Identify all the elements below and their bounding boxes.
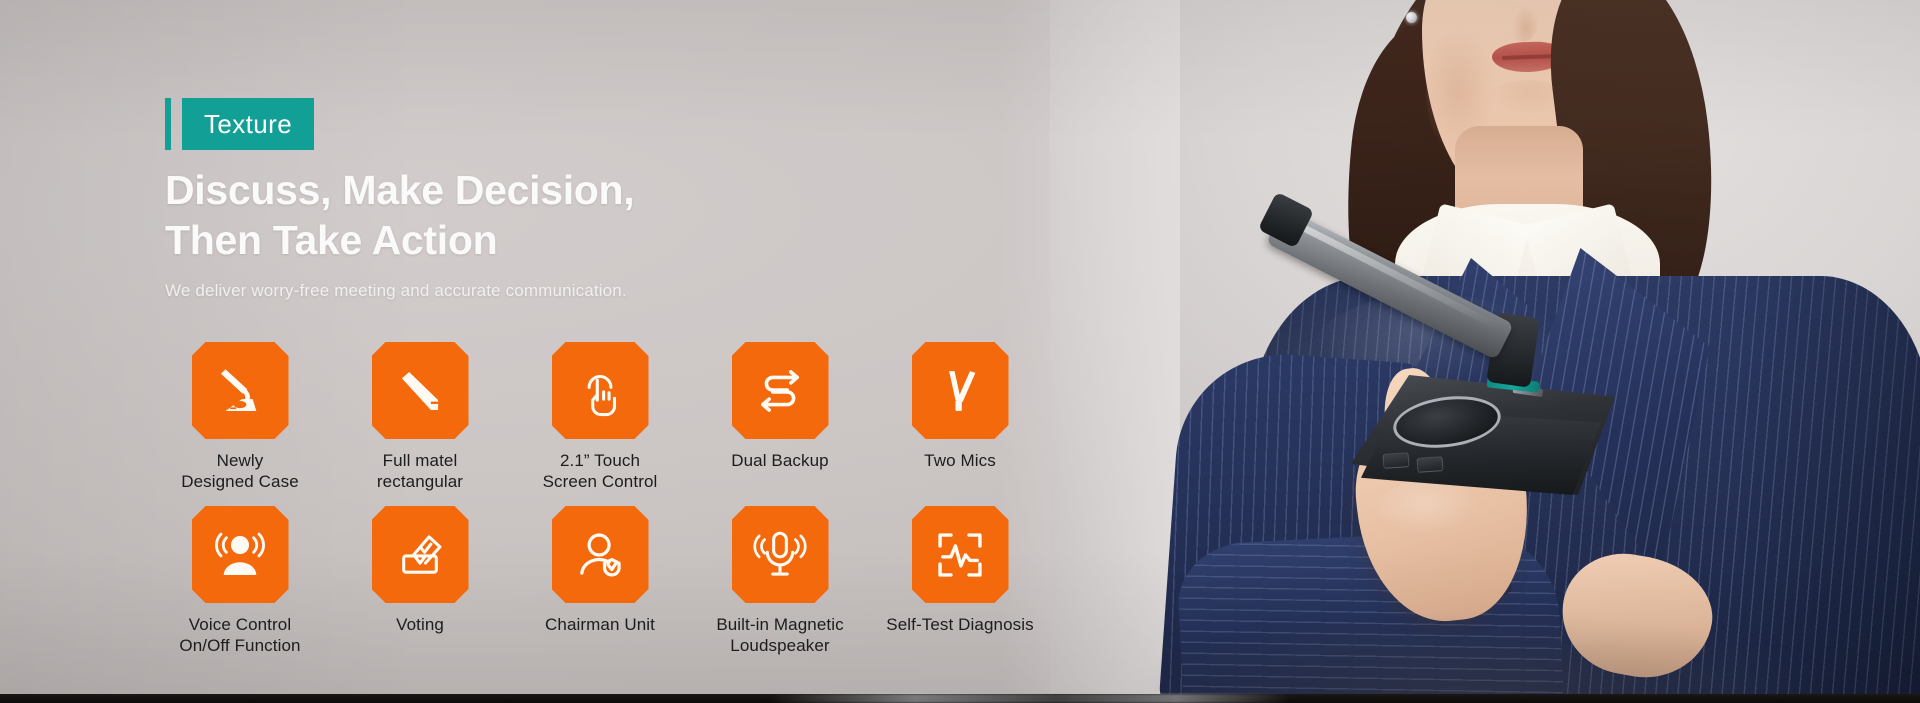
feature-label-line-1: Chairman Unit [545,615,655,634]
feature-label: Dual Backup [731,450,829,471]
feature-item-magnetic-loudspeaker[interactable]: Built-in Magnetic Loudspeaker [690,506,870,656]
feature-item-chairman-unit[interactable]: Chairman Unit [510,506,690,635]
feature-label-line-1: 2.1” Touch [559,451,641,470]
feature-item-voting[interactable]: Voting [330,506,510,635]
feature-item-dual-backup[interactable]: Dual Backup [690,342,870,471]
feature-label: Chairman Unit [545,614,655,635]
badge-box: Texture [182,98,315,150]
hero-content: Texture Discuss, Make Decision, Then Tak… [0,0,1100,703]
feature-label-line-2: On/Off Function [179,636,301,655]
feature-label-line-1: Dual Backup [731,451,829,470]
gooseneck-microphone-icon [192,342,289,439]
feature-item-full-matel-rectangular[interactable]: Full matel rectangular [330,342,510,492]
page-title: Discuss, Make Decision, Then Take Action [165,165,925,265]
feature-label: Full matel rectangular [377,450,463,492]
feature-item-self-test-diagnosis[interactable]: Self-Test Diagnosis [870,506,1050,635]
two-mics-icon [912,342,1009,439]
microphone-button-1 [1382,452,1410,469]
dual-backup-arrows-icon [732,342,829,439]
microphone-button-2 [1416,456,1444,473]
feature-label-line-2: Screen Control [542,472,658,491]
feature-item-voice-control[interactable]: Voice Control On/Off Function [150,506,330,656]
feature-grid: Newly Designed Case Full matel rectangul… [150,342,1050,656]
feature-item-newly-designed-case[interactable]: Newly Designed Case [150,342,330,492]
ballot-box-icon [372,506,469,603]
feature-label: 2.1” Touch Screen Control [543,450,658,492]
conference-microphone-unit [1257,191,1615,505]
feature-label-line-2: Loudspeaker [730,636,830,655]
feature-label: Built-in Magnetic Loudspeaker [716,614,843,656]
feature-label: Newly Designed Case [181,450,299,492]
self-test-waveform-icon [912,506,1009,603]
feature-label-line-2: rectangular [376,472,464,491]
feature-label-line-1: Voting [396,615,444,634]
chairman-person-check-icon [552,506,649,603]
feature-label: Voice Control On/Off Function [179,614,300,656]
magnetic-loudspeaker-mic-icon [732,506,829,603]
feature-label-line-1: Self-Test Diagnosis [886,615,1034,634]
feature-label: Two Mics [924,450,996,471]
feature-item-two-mics[interactable]: Two Mics [870,342,1050,471]
feature-label-line-1: Newly [216,451,264,470]
page-subtitle: We deliver worry-free meeting and accura… [165,281,627,300]
touch-finger-icon [552,342,649,439]
headline-line-2: Then Take Action [165,217,498,263]
feature-label-line-1: Built-in Magnetic [716,615,844,634]
badge-accent-bar [165,98,171,150]
metal-bar-icon [372,342,469,439]
feature-row-1: Newly Designed Case Full matel rectangul… [150,342,1050,492]
feature-row-2: Voice Control On/Off Function Voting Cha… [150,506,1050,656]
feature-label-line-2: Designed Case [181,472,299,491]
headline-line-1: Discuss, Make Decision, [165,167,635,213]
feature-label-line-1: Two Mics [924,451,996,470]
voice-control-person-icon [192,506,289,603]
bottom-metal-glint [770,694,1290,703]
bottom-dark-strip [0,694,1920,703]
badge-label: Texture [204,108,293,139]
section-badge: Texture [165,98,315,150]
feature-label-line-1: Full matel [382,451,458,470]
feature-label-line-1: Voice Control [188,615,292,634]
feature-label: Self-Test Diagnosis [886,614,1033,635]
feature-label: Voting [396,614,444,635]
feature-item-touch-screen-control[interactable]: 2.1” Touch Screen Control [510,342,690,492]
